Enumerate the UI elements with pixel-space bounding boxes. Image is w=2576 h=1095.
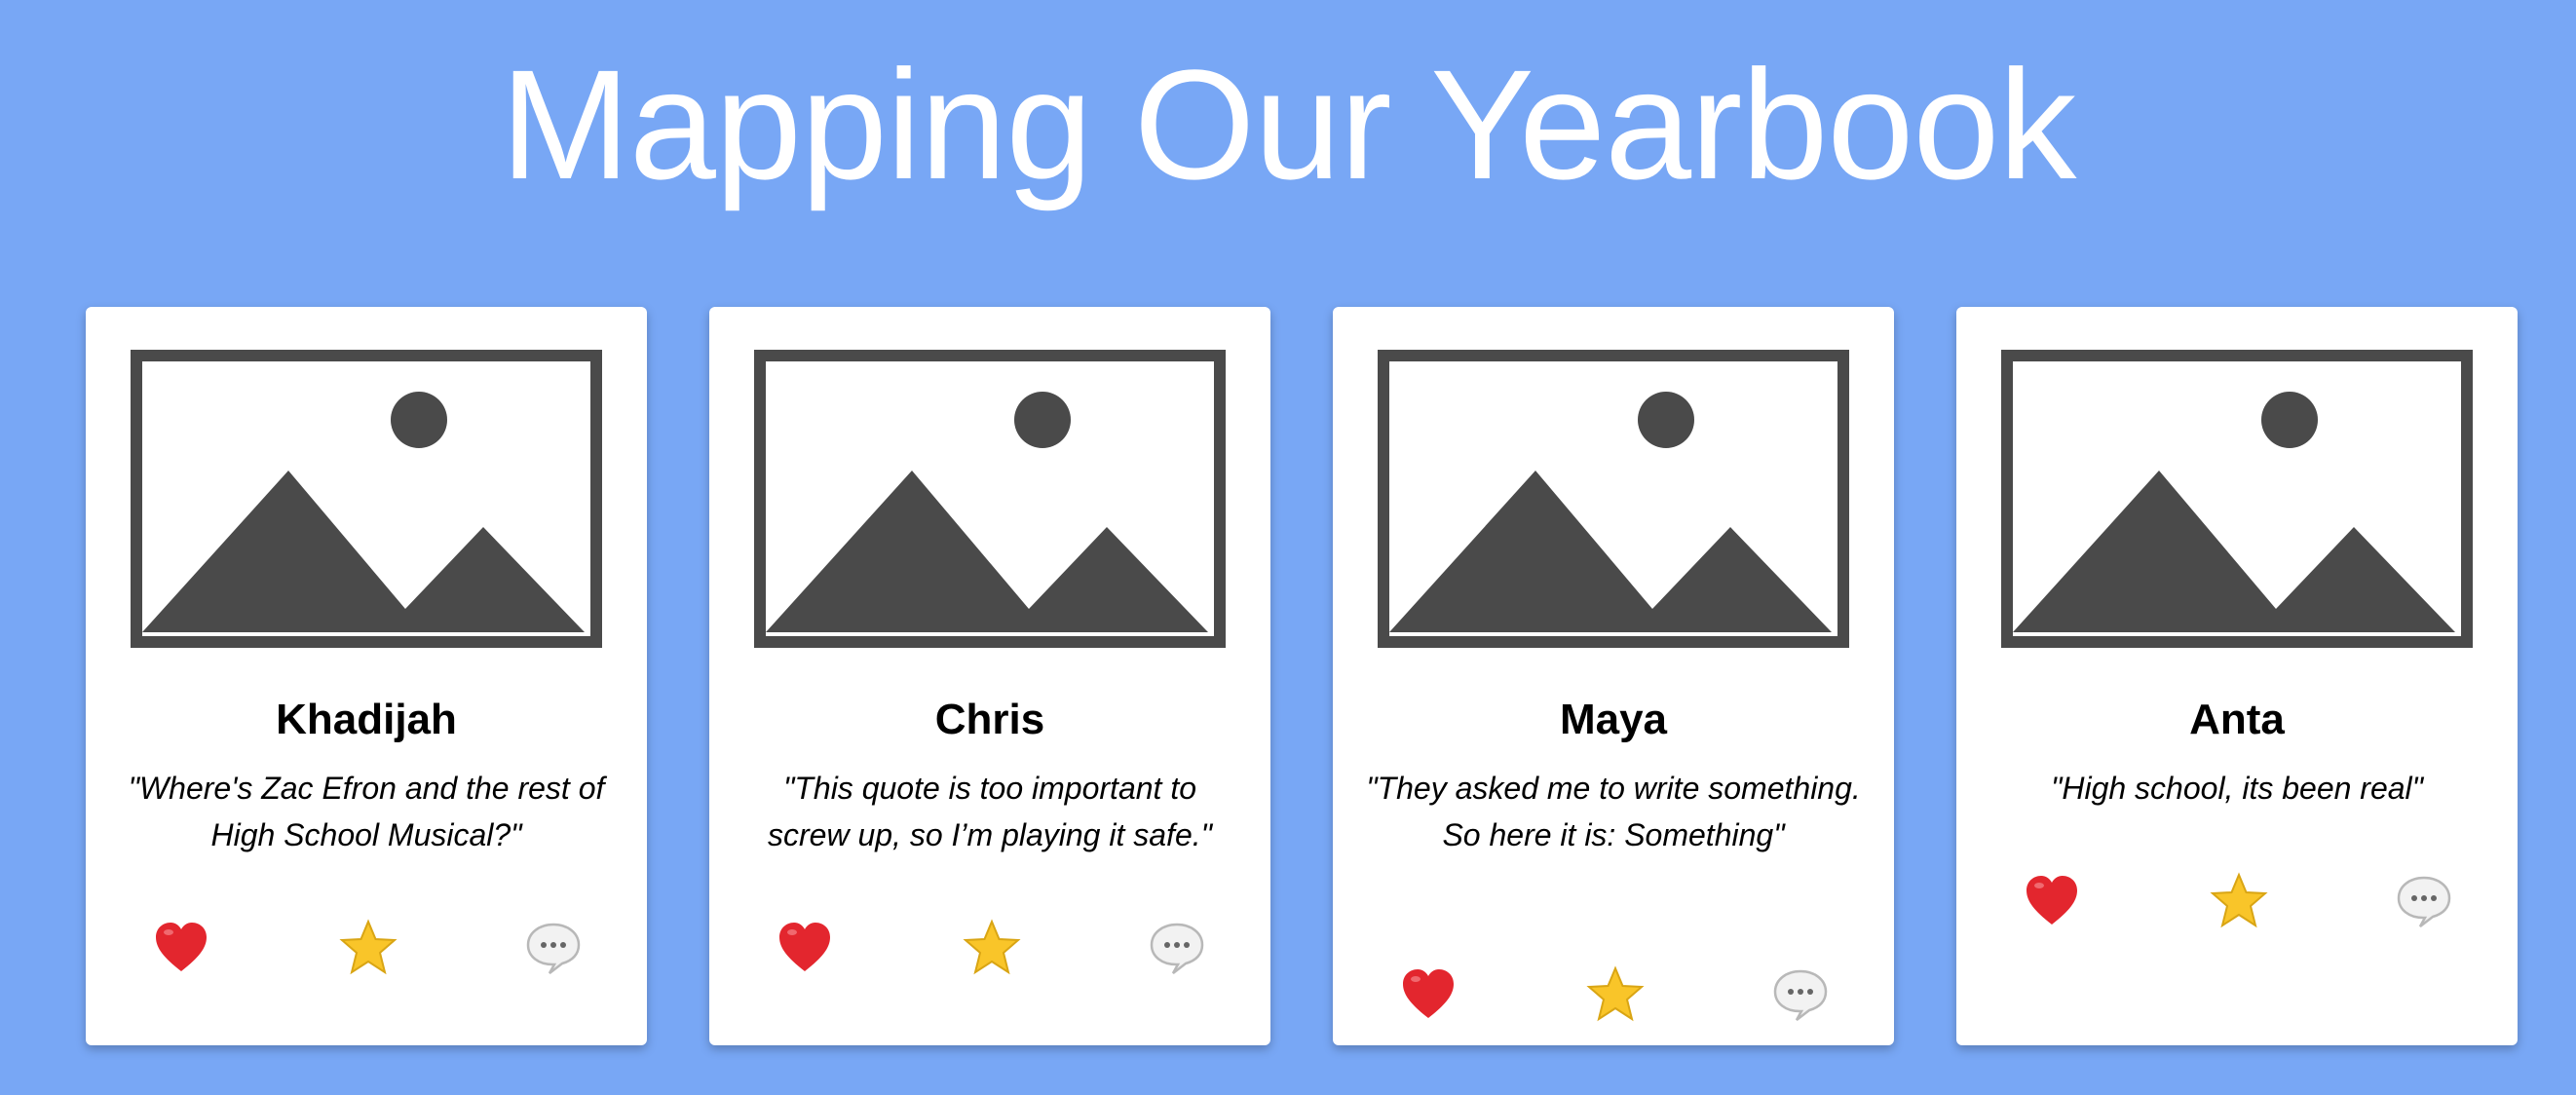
yearbook-cards: Khadijah "Where's Zac Efron and the rest… <box>86 307 2518 1045</box>
student-name: Maya <box>1559 696 1668 743</box>
speech-bubble-icon[interactable] <box>1771 965 1830 1024</box>
page-title: Mapping Our Yearbook <box>500 37 2077 211</box>
yearbook-card-maya: Maya "They asked me to write something. … <box>1333 307 1894 1045</box>
star-icon[interactable] <box>2210 872 2268 930</box>
image-placeholder-icon <box>131 350 602 648</box>
student-quote: "Where's Zac Efron and the rest of High … <box>128 771 605 852</box>
star-icon[interactable] <box>963 919 1021 977</box>
yearbook-card-chris: Chris "This quote is too important to sc… <box>709 307 1270 1045</box>
star-icon[interactable] <box>339 919 398 977</box>
heart-icon[interactable] <box>152 919 210 977</box>
image-placeholder-icon <box>2001 350 2473 648</box>
image-placeholder-icon <box>1378 350 1849 648</box>
speech-bubble-icon[interactable] <box>524 919 583 977</box>
student-name: Chris <box>934 696 1045 743</box>
student-name: Anta <box>2189 696 2285 743</box>
heart-icon[interactable] <box>2023 872 2081 930</box>
heart-icon[interactable] <box>1399 965 1458 1024</box>
yearbook-card-anta: Anta "High school, its been real" <box>1956 307 2518 1045</box>
speech-bubble-icon[interactable] <box>2395 872 2453 930</box>
card-actions <box>709 919 1270 977</box>
student-quote: "This quote is too important to screw up… <box>768 771 1212 852</box>
card-actions <box>1333 965 1894 1024</box>
student-name: Khadijah <box>276 696 457 743</box>
speech-bubble-icon[interactable] <box>1148 919 1206 977</box>
student-quote: "High school, its been real" <box>2050 771 2424 806</box>
image-placeholder-icon <box>754 350 1226 648</box>
card-actions <box>86 919 647 977</box>
card-actions <box>1956 872 2518 930</box>
student-quote: "They asked me to write something. So he… <box>1366 771 1861 852</box>
star-icon[interactable] <box>1586 965 1645 1024</box>
yearbook-card-khadijah: Khadijah "Where's Zac Efron and the rest… <box>86 307 647 1045</box>
heart-icon[interactable] <box>776 919 834 977</box>
